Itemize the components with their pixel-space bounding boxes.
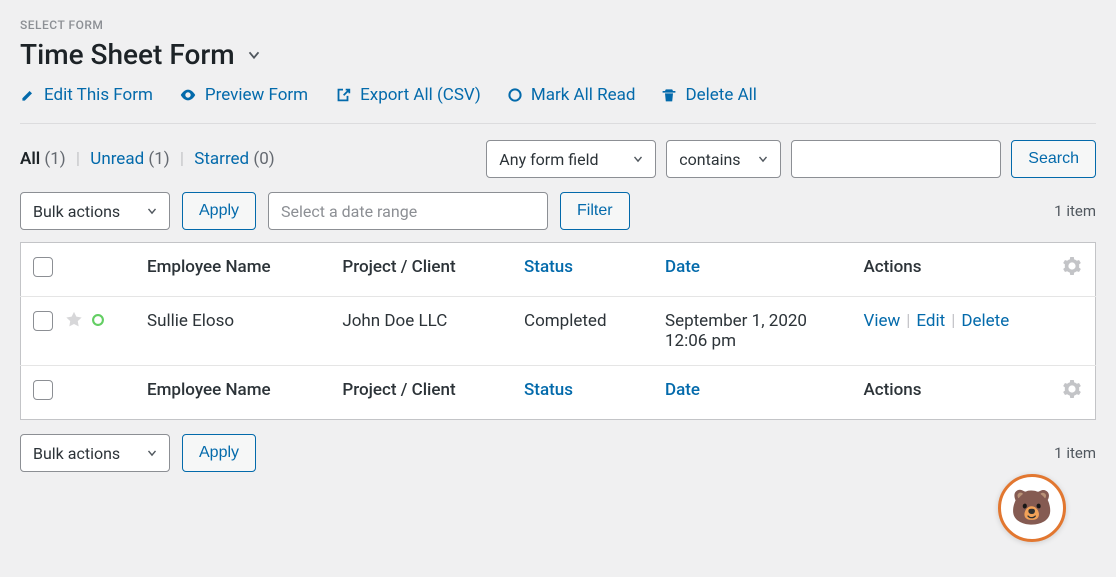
date-range-placeholder: Select a date range [281, 202, 417, 221]
select-all-checkbox-top[interactable] [33, 257, 53, 277]
col-employee-foot: Employee Name [135, 366, 330, 420]
circle-outline-icon [507, 87, 523, 103]
filter-all-count: (1) [44, 149, 65, 169]
form-title-text: Time Sheet Form [20, 38, 235, 71]
date-range-input[interactable]: Select a date range [268, 192, 548, 230]
item-count-top: 1 item [1054, 202, 1096, 220]
filter-unread-count: (1) [148, 149, 169, 169]
mark-all-read-link[interactable]: Mark All Read [507, 85, 636, 105]
row-view-link[interactable]: View [864, 311, 901, 331]
col-status-sort[interactable]: Status [524, 257, 573, 277]
col-project: Project / Client [330, 243, 512, 297]
col-date-sort[interactable]: Date [665, 257, 700, 277]
preview-form-link[interactable]: Preview Form [179, 85, 308, 105]
cell-status: Completed [512, 297, 653, 366]
chevron-down-icon [145, 446, 159, 460]
edit-form-link[interactable]: Edit This Form [20, 85, 153, 105]
mascot-help-button[interactable]: 🐻 [998, 474, 1066, 542]
search-operator-value: contains [679, 150, 740, 169]
bulk-actions-value-bottom: Bulk actions [33, 444, 120, 463]
bulk-apply-button-top[interactable]: Apply [182, 192, 256, 230]
eye-icon [179, 86, 197, 104]
pencil-icon [20, 87, 36, 103]
chevron-down-icon [756, 152, 770, 166]
cell-actions: View|Edit|Delete [852, 297, 1062, 366]
select-form-label: SELECT FORM [20, 18, 1096, 32]
search-field-select[interactable]: Any form field [486, 140, 656, 178]
gear-icon[interactable] [1063, 257, 1081, 275]
filter-starred-count: (0) [253, 149, 274, 169]
bulk-actions-select-bottom[interactable]: Bulk actions [20, 434, 170, 472]
filter-starred[interactable]: Starred [194, 149, 249, 169]
chevron-down-icon [245, 38, 263, 71]
search-input[interactable] [791, 140, 1001, 178]
search-operator-select[interactable]: contains [666, 140, 781, 178]
cell-project: John Doe LLC [330, 297, 512, 366]
mark-all-read-label: Mark All Read [531, 85, 636, 105]
cell-date: September 1, 2020 12:06 pm [653, 297, 852, 366]
filter-all[interactable]: All [20, 149, 40, 169]
divider [20, 123, 1096, 124]
bulk-actions-value: Bulk actions [33, 202, 120, 221]
bulk-actions-select-top[interactable]: Bulk actions [20, 192, 170, 230]
form-title-dropdown[interactable]: Time Sheet Form [20, 38, 1096, 71]
entries-table: Employee Name Project / Client Status Da… [20, 242, 1096, 420]
filter-unread[interactable]: Unread [90, 149, 144, 169]
table-header-row: Employee Name Project / Client Status Da… [21, 243, 1096, 297]
delete-all-label: Delete All [685, 85, 756, 105]
row-edit-link[interactable]: Edit [916, 311, 945, 331]
col-date-sort-foot[interactable]: Date [665, 380, 700, 400]
filter-button[interactable]: Filter [560, 192, 630, 230]
select-all-checkbox-bottom[interactable] [33, 380, 53, 400]
unread-dot-icon[interactable] [91, 313, 105, 327]
col-status-sort-foot[interactable]: Status [524, 380, 573, 400]
gear-icon[interactable] [1063, 380, 1081, 398]
delete-all-link[interactable]: Delete All [661, 85, 756, 105]
export-csv-label: Export All (CSV) [360, 85, 481, 105]
bulk-apply-button-bottom[interactable]: Apply [182, 434, 256, 472]
row-checkbox[interactable] [33, 311, 53, 331]
col-actions-foot: Actions [852, 366, 1062, 420]
search-button[interactable]: Search [1011, 140, 1096, 178]
chevron-down-icon [145, 204, 159, 218]
star-icon[interactable] [65, 311, 83, 329]
preview-form-label: Preview Form [205, 85, 308, 105]
row-delete-link[interactable]: Delete [961, 311, 1009, 331]
search-field-value: Any form field [499, 150, 598, 169]
chevron-down-icon [631, 152, 645, 166]
item-count-bottom: 1 item [1054, 444, 1096, 462]
export-icon [334, 86, 352, 104]
status-filter-links: All (1) | Unread (1) | Starred (0) [20, 149, 275, 169]
trash-icon [661, 87, 677, 103]
col-employee: Employee Name [135, 243, 330, 297]
export-csv-link[interactable]: Export All (CSV) [334, 85, 481, 105]
col-actions: Actions [852, 243, 1062, 297]
col-project-foot: Project / Client [330, 366, 512, 420]
table-footer-row: Employee Name Project / Client Status Da… [21, 366, 1096, 420]
cell-employee: Sullie Eloso [135, 297, 330, 366]
table-row: Sullie Eloso John Doe LLC Completed Sept… [21, 297, 1096, 366]
edit-form-label: Edit This Form [44, 85, 153, 105]
bear-icon: 🐻 [1011, 491, 1053, 525]
